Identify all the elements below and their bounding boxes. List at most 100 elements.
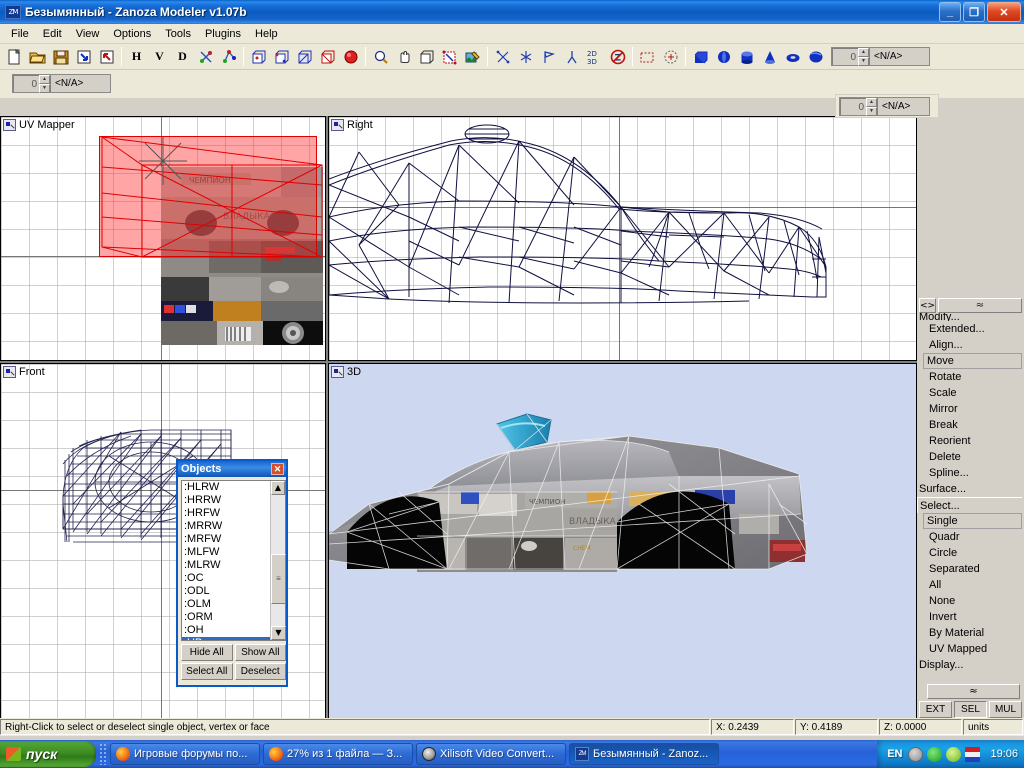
window-titlebar[interactable]: ZM Безымянный - Zanoza Modeler v1.07b _ … <box>0 0 1024 24</box>
start-button[interactable]: пуск <box>0 741 96 767</box>
new-file-icon[interactable] <box>3 46 26 68</box>
panel-item-all[interactable]: All <box>917 577 1024 593</box>
prim-box-icon[interactable] <box>689 46 712 68</box>
spinner-down-icon[interactable]: ▼ <box>858 57 869 66</box>
panel-item-none[interactable]: None <box>917 593 1024 609</box>
horizontal-H-icon[interactable]: H <box>125 46 148 68</box>
tab-ext[interactable]: EXT <box>919 701 952 718</box>
prim-disc-icon[interactable] <box>804 46 827 68</box>
menu-options[interactable]: Options <box>106 26 158 42</box>
cube-view-icon[interactable] <box>415 46 438 68</box>
list-item[interactable]: :HLRW <box>182 481 270 494</box>
open-folder-icon[interactable] <box>26 46 49 68</box>
flag-node-icon[interactable] <box>537 46 560 68</box>
taskbar-grip[interactable] <box>99 743 107 765</box>
zoom-magnifier-icon[interactable] <box>369 46 392 68</box>
pan-hand-icon[interactable] <box>392 46 415 68</box>
panel-group-select[interactable]: Select... <box>917 497 1022 513</box>
objects-dialog-titlebar[interactable]: Objects ✕ <box>178 461 286 477</box>
z-disable-icon[interactable]: Z <box>606 46 629 68</box>
box-points-icon[interactable] <box>270 46 293 68</box>
maximize-button[interactable]: ❐ <box>963 2 985 22</box>
taskbar-item-active[interactable]: ZM Безымянный - Zanoz... <box>569 743 719 765</box>
menu-tools[interactable]: Tools <box>158 26 198 42</box>
panel-resize-icon[interactable]: <> <box>919 298 936 313</box>
scroll-up-icon[interactable]: ▲ <box>271 481 285 495</box>
panel-item-invert[interactable]: Invert <box>917 609 1024 625</box>
flag-icon[interactable] <box>965 746 981 762</box>
toolbar-spinner-arrows[interactable]: ▲ ▼ <box>858 48 869 66</box>
scrollbar-thumb[interactable]: ≡ <box>271 554 286 604</box>
toolbar-spinner-value[interactable]: 0 <box>832 48 858 65</box>
clock[interactable]: 19:06 <box>990 748 1018 760</box>
floating-spinner-arrows[interactable]: ▲ ▼ <box>866 97 877 116</box>
star-edges-icon[interactable] <box>514 46 537 68</box>
floating-na-panel[interactable]: 0 ▲ ▼ <N/A> <box>835 94 939 118</box>
spinner-down-icon[interactable]: ▼ <box>39 84 50 93</box>
star-nodes-icon[interactable] <box>491 46 514 68</box>
objects-list[interactable]: :HLRW :HRRW :HRFW :MRRW :MRFW :MLFW :MLR… <box>182 481 270 640</box>
list-item[interactable]: :MRFW <box>182 533 270 546</box>
box-shade-icon[interactable] <box>293 46 316 68</box>
menu-plugins[interactable]: Plugins <box>198 26 248 42</box>
list-item[interactable]: :ORM <box>182 611 270 624</box>
objects-list-container[interactable]: :HLRW :HRRW :HRFW :MRRW :MRFW :MLFW :MLR… <box>181 480 286 641</box>
viewport-uv-mapper[interactable]: ЧЕМПИОН ВЛАДЫКА UV Mapper <box>0 116 326 361</box>
list-item[interactable]: :HRRW <box>182 494 270 507</box>
panel-item-rotate[interactable]: Rotate <box>917 369 1024 385</box>
prim-cone-icon[interactable] <box>758 46 781 68</box>
scroll-down-icon[interactable]: ▼ <box>271 626 286 640</box>
menu-view[interactable]: View <box>69 26 107 42</box>
panel-item-delete[interactable]: Delete <box>917 449 1024 465</box>
depth-D-icon[interactable]: D <box>171 46 194 68</box>
close-icon[interactable]: ✕ <box>271 463 284 475</box>
spinner-down-icon[interactable]: ▼ <box>866 106 877 116</box>
sphere-red-icon[interactable] <box>339 46 362 68</box>
minimize-button[interactable]: _ <box>939 2 961 22</box>
panel-group-modify[interactable]: Modify... <box>917 313 1024 321</box>
panel-item-move[interactable]: Move <box>923 353 1022 369</box>
menu-edit[interactable]: Edit <box>36 26 69 42</box>
list-item[interactable]: :HRFW <box>182 507 270 520</box>
panel-item-separated[interactable]: Separated <box>917 561 1024 577</box>
prim-sphere-icon[interactable] <box>712 46 735 68</box>
floating-spinner[interactable]: 0 ▲ ▼ <N/A> <box>839 96 930 116</box>
panel-item-quadr[interactable]: Quadr <box>917 529 1024 545</box>
spinner-up-icon[interactable]: ▲ <box>866 97 877 107</box>
secondary-spinner-arrows[interactable]: ▲ ▼ <box>39 75 50 93</box>
panel-item-break[interactable]: Break <box>917 417 1024 433</box>
list-item[interactable]: :ODL <box>182 585 270 598</box>
box-blue-icon[interactable] <box>247 46 270 68</box>
panel-item-reorient[interactable]: Reorient <box>917 433 1024 449</box>
list-item[interactable]: :OC <box>182 572 270 585</box>
panel-item-by-material[interactable]: By Material <box>917 625 1024 641</box>
vertex-tree-icon[interactable] <box>217 46 240 68</box>
viewport-3d[interactable]: ЧЕМПИОН ВЛАДЫКА CHEM CHEM <box>328 363 917 720</box>
uv-selection-region[interactable] <box>99 136 323 258</box>
taskbar-item[interactable]: Игровые форумы по... <box>110 743 260 765</box>
close-button[interactable]: ✕ <box>987 2 1021 22</box>
tab-mul[interactable]: MUL <box>989 701 1022 718</box>
tab-sel[interactable]: SEL <box>954 701 987 718</box>
box-red-icon[interactable] <box>316 46 339 68</box>
spinner-up-icon[interactable]: ▲ <box>858 48 869 57</box>
language-indicator[interactable]: EN <box>887 748 902 760</box>
viewport-right[interactable]: Right <box>328 116 917 361</box>
floating-spinner-value[interactable]: 0 <box>840 97 866 115</box>
texture-paint-icon[interactable] <box>461 46 484 68</box>
show-all-button[interactable]: Show All <box>234 644 286 661</box>
panel-item-align[interactable]: Align... <box>917 337 1024 353</box>
tripod-icon[interactable] <box>560 46 583 68</box>
panel-item-scale[interactable]: Scale <box>917 385 1024 401</box>
panel-group-display[interactable]: Display... <box>917 657 1024 673</box>
prim-torus-icon[interactable] <box>781 46 804 68</box>
scroll-up-icon[interactable]: ≈ <box>938 298 1022 313</box>
menu-file[interactable]: File <box>4 26 36 42</box>
panel-item-extended[interactable]: Extended... <box>917 321 1024 337</box>
panel-item-circle[interactable]: Circle <box>917 545 1024 561</box>
panel-group-surface[interactable]: Surface... <box>917 481 1024 497</box>
taskbar-item[interactable]: Xilisoft Video Convert... <box>416 743 566 765</box>
marquee-select-icon[interactable] <box>636 46 659 68</box>
taskbar-item[interactable]: 27% из 1 файла — З... <box>263 743 413 765</box>
list-item-selected[interactable]: :HB <box>182 637 270 640</box>
